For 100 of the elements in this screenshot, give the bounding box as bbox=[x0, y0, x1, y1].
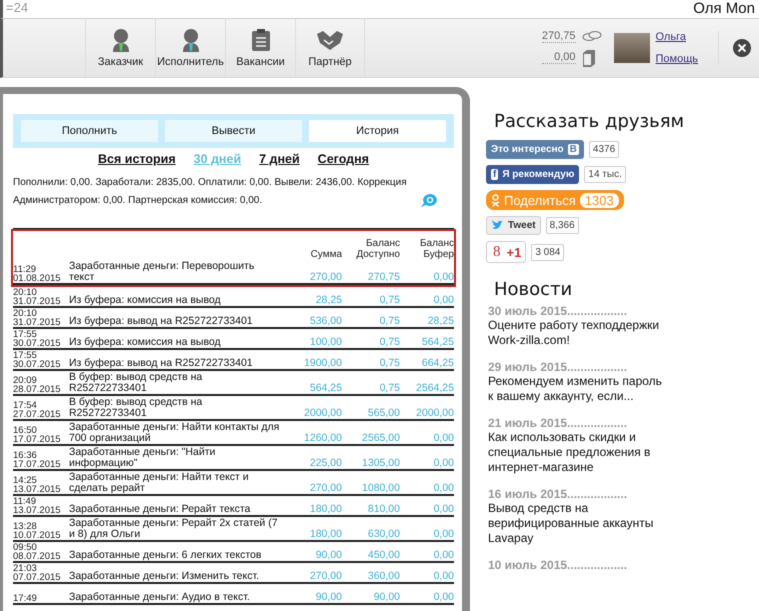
news-date: 30 июль 2015.................. bbox=[488, 304, 628, 318]
amount-cell-text: 1080,00 bbox=[361, 483, 400, 494]
amount-cell-text: 450,00 bbox=[366, 550, 400, 561]
amount-cell-text: 0,00 bbox=[432, 571, 454, 582]
time-text: 17:55 bbox=[13, 351, 37, 360]
share-count: 1303 bbox=[580, 192, 619, 208]
amount-cell-text: 270,00 bbox=[308, 483, 342, 494]
table-cell-text: Заработанные деньги: Рерайт 2х статей (7 и 8) для Ольги bbox=[69, 518, 279, 540]
bird-icon bbox=[491, 220, 504, 231]
share-button[interactable]: 8 +1 bbox=[486, 241, 526, 263]
time-text: 20:09 bbox=[13, 376, 37, 385]
news-date: 29 июль 2015.................. bbox=[488, 360, 628, 374]
tab[interactable]: Пополнить bbox=[21, 120, 158, 142]
amount-cell-text: 565,00 bbox=[366, 408, 400, 419]
date-text: 31.07.2015 bbox=[13, 297, 62, 306]
table-cell-text: Заработанные деньги: Рерайт текста bbox=[69, 504, 252, 515]
amount-cell-text: 2000,00 bbox=[415, 408, 454, 419]
date-text: 13.07.2015 bbox=[13, 485, 62, 494]
table-cell-text: Из буфера: комиссия на вывод bbox=[69, 337, 222, 348]
nav-button[interactable]: Вакансии bbox=[225, 19, 295, 77]
news-link[interactable]: Рекомендуем изменить пароль к вашему аккаунту, если... bbox=[488, 374, 663, 404]
table-cell-text: Из буфера: вывод на R252722733401 bbox=[69, 316, 254, 327]
time-text: 20:10 bbox=[13, 288, 37, 297]
news-date: 10 июль 2015.................. bbox=[488, 558, 628, 572]
period-link[interactable]: 7 дней bbox=[259, 152, 300, 166]
status-text: =24 bbox=[6, 0, 28, 15]
amount-cell-text: 664,25 bbox=[420, 358, 454, 369]
table-cell-text: Из буфера: комиссия на вывод bbox=[69, 295, 222, 306]
share-button[interactable]: Tweet bbox=[486, 216, 541, 235]
amount-cell-text: 630,00 bbox=[366, 529, 400, 540]
amount-cell-text: 1305,00 bbox=[361, 458, 400, 469]
amount-cell-text: 1900,00 bbox=[303, 358, 342, 369]
time-text: 16:50 bbox=[13, 426, 37, 435]
amount-cell-text: 536,00 bbox=[308, 316, 342, 327]
logo-mark: B bbox=[568, 144, 579, 155]
section-title: Рассказать друзьям bbox=[494, 111, 686, 132]
time-text: 14:25 bbox=[13, 476, 37, 485]
amount-cell-text: 270,00 bbox=[308, 272, 342, 283]
amount-cell-text: 0,75 bbox=[378, 337, 400, 348]
amount-cell-text: 2564,25 bbox=[415, 383, 454, 394]
column-header: Баланс Буфер bbox=[418, 238, 454, 260]
share-count: 14 тыс. bbox=[584, 166, 626, 183]
date-text: 30.07.2015 bbox=[13, 339, 62, 348]
share-count: 3 084 bbox=[531, 244, 564, 260]
nav-button[interactable]: Заказчик bbox=[85, 19, 155, 77]
help-link[interactable]: Помощь bbox=[656, 53, 698, 65]
amount-cell-text: 360,00 bbox=[366, 571, 400, 582]
date-text: 17.07.2015 bbox=[13, 435, 62, 444]
share-button[interactable]: Это интересно B bbox=[486, 140, 584, 159]
tab[interactable]: Вывести bbox=[165, 120, 302, 142]
amount-cell-text: 564,25 bbox=[308, 383, 342, 394]
news-date: 16 июль 2015.................. bbox=[488, 487, 628, 501]
period-link[interactable]: Сегодня bbox=[318, 152, 369, 166]
amount-cell-text: 1260,00 bbox=[303, 433, 342, 444]
user-link[interactable]: Ольга bbox=[656, 31, 698, 43]
table-cell-text: Заработанные деньги: Изменить текст. bbox=[69, 571, 260, 582]
amount-cell-text: 180,00 bbox=[308, 504, 342, 515]
amount-cell-text: 28,25 bbox=[314, 295, 342, 306]
buffer-link[interactable]: 0,00 bbox=[542, 51, 576, 64]
balance-link[interactable]: 270,75 bbox=[542, 30, 576, 42]
news-link[interactable]: Вывод средств на верифицированные аккаунты Lavapay bbox=[488, 501, 663, 546]
amount-cell-text: 2565,00 bbox=[361, 433, 400, 444]
time-text: 13:28 bbox=[13, 522, 37, 531]
nav-button[interactable]: Исполнитель bbox=[155, 19, 225, 77]
clipboard-icon bbox=[250, 28, 270, 52]
table-cell-text: В буфер: вывод средств на R252722733401 bbox=[69, 372, 204, 394]
amount-cell-text: 90,00 bbox=[372, 592, 400, 603]
amount-cell-text: 0,00 bbox=[432, 550, 454, 561]
photo-placeholder bbox=[614, 33, 650, 63]
amount-cell-text: 180,00 bbox=[308, 529, 342, 540]
close-icon[interactable] bbox=[733, 39, 751, 57]
time-text: 09:50 bbox=[13, 543, 37, 552]
amount-cell-text: 270,75 bbox=[366, 272, 400, 283]
period-link[interactable]: Вся история bbox=[98, 152, 176, 166]
share-count: 8,366 bbox=[546, 217, 579, 234]
amount-cell-text: 28,25 bbox=[426, 316, 454, 327]
amount-cell-text: 90,00 bbox=[314, 550, 342, 561]
amount-cell-text: 810,00 bbox=[366, 504, 400, 515]
amount-cell-text: 2000,00 bbox=[303, 408, 342, 419]
table-cell-text: Заработанные деньги: Найти текст и сделать рерайт bbox=[69, 472, 250, 494]
table-cell-text: В буфер: вывод средств на R252722733401 bbox=[69, 397, 204, 419]
amount-cell-text: 270,00 bbox=[308, 571, 342, 582]
column-header: Сумма bbox=[310, 249, 342, 260]
amount-cell-text: 0,00 bbox=[432, 458, 454, 469]
nav-button[interactable]: Партнёр bbox=[295, 19, 365, 77]
news-link[interactable]: Как использовать скидки и специальные предложения в интернет-магазине bbox=[488, 430, 663, 475]
amount-cell-text: 90,00 bbox=[314, 592, 342, 603]
news-link[interactable]: Оцените работу техподдержки Work-zilla.com! bbox=[488, 318, 663, 348]
share-button[interactable]: f Я рекомендую bbox=[486, 165, 580, 184]
date-text: 08.07.2015 bbox=[13, 552, 62, 561]
amount-cell-text: 0,00 bbox=[432, 295, 454, 306]
logo-mark: 8 bbox=[492, 244, 502, 260]
share-count: 4376 bbox=[588, 141, 620, 158]
tab[interactable]: История bbox=[309, 120, 446, 142]
safe-icon bbox=[582, 48, 596, 66]
amount-cell-text: 0,75 bbox=[378, 358, 400, 369]
column-header: Баланс Доступно bbox=[355, 238, 400, 260]
amount-cell-text: 100,00 bbox=[308, 337, 342, 348]
date-text: 01.08.2015 bbox=[13, 274, 62, 283]
time-text: 11:29 bbox=[13, 265, 36, 274]
